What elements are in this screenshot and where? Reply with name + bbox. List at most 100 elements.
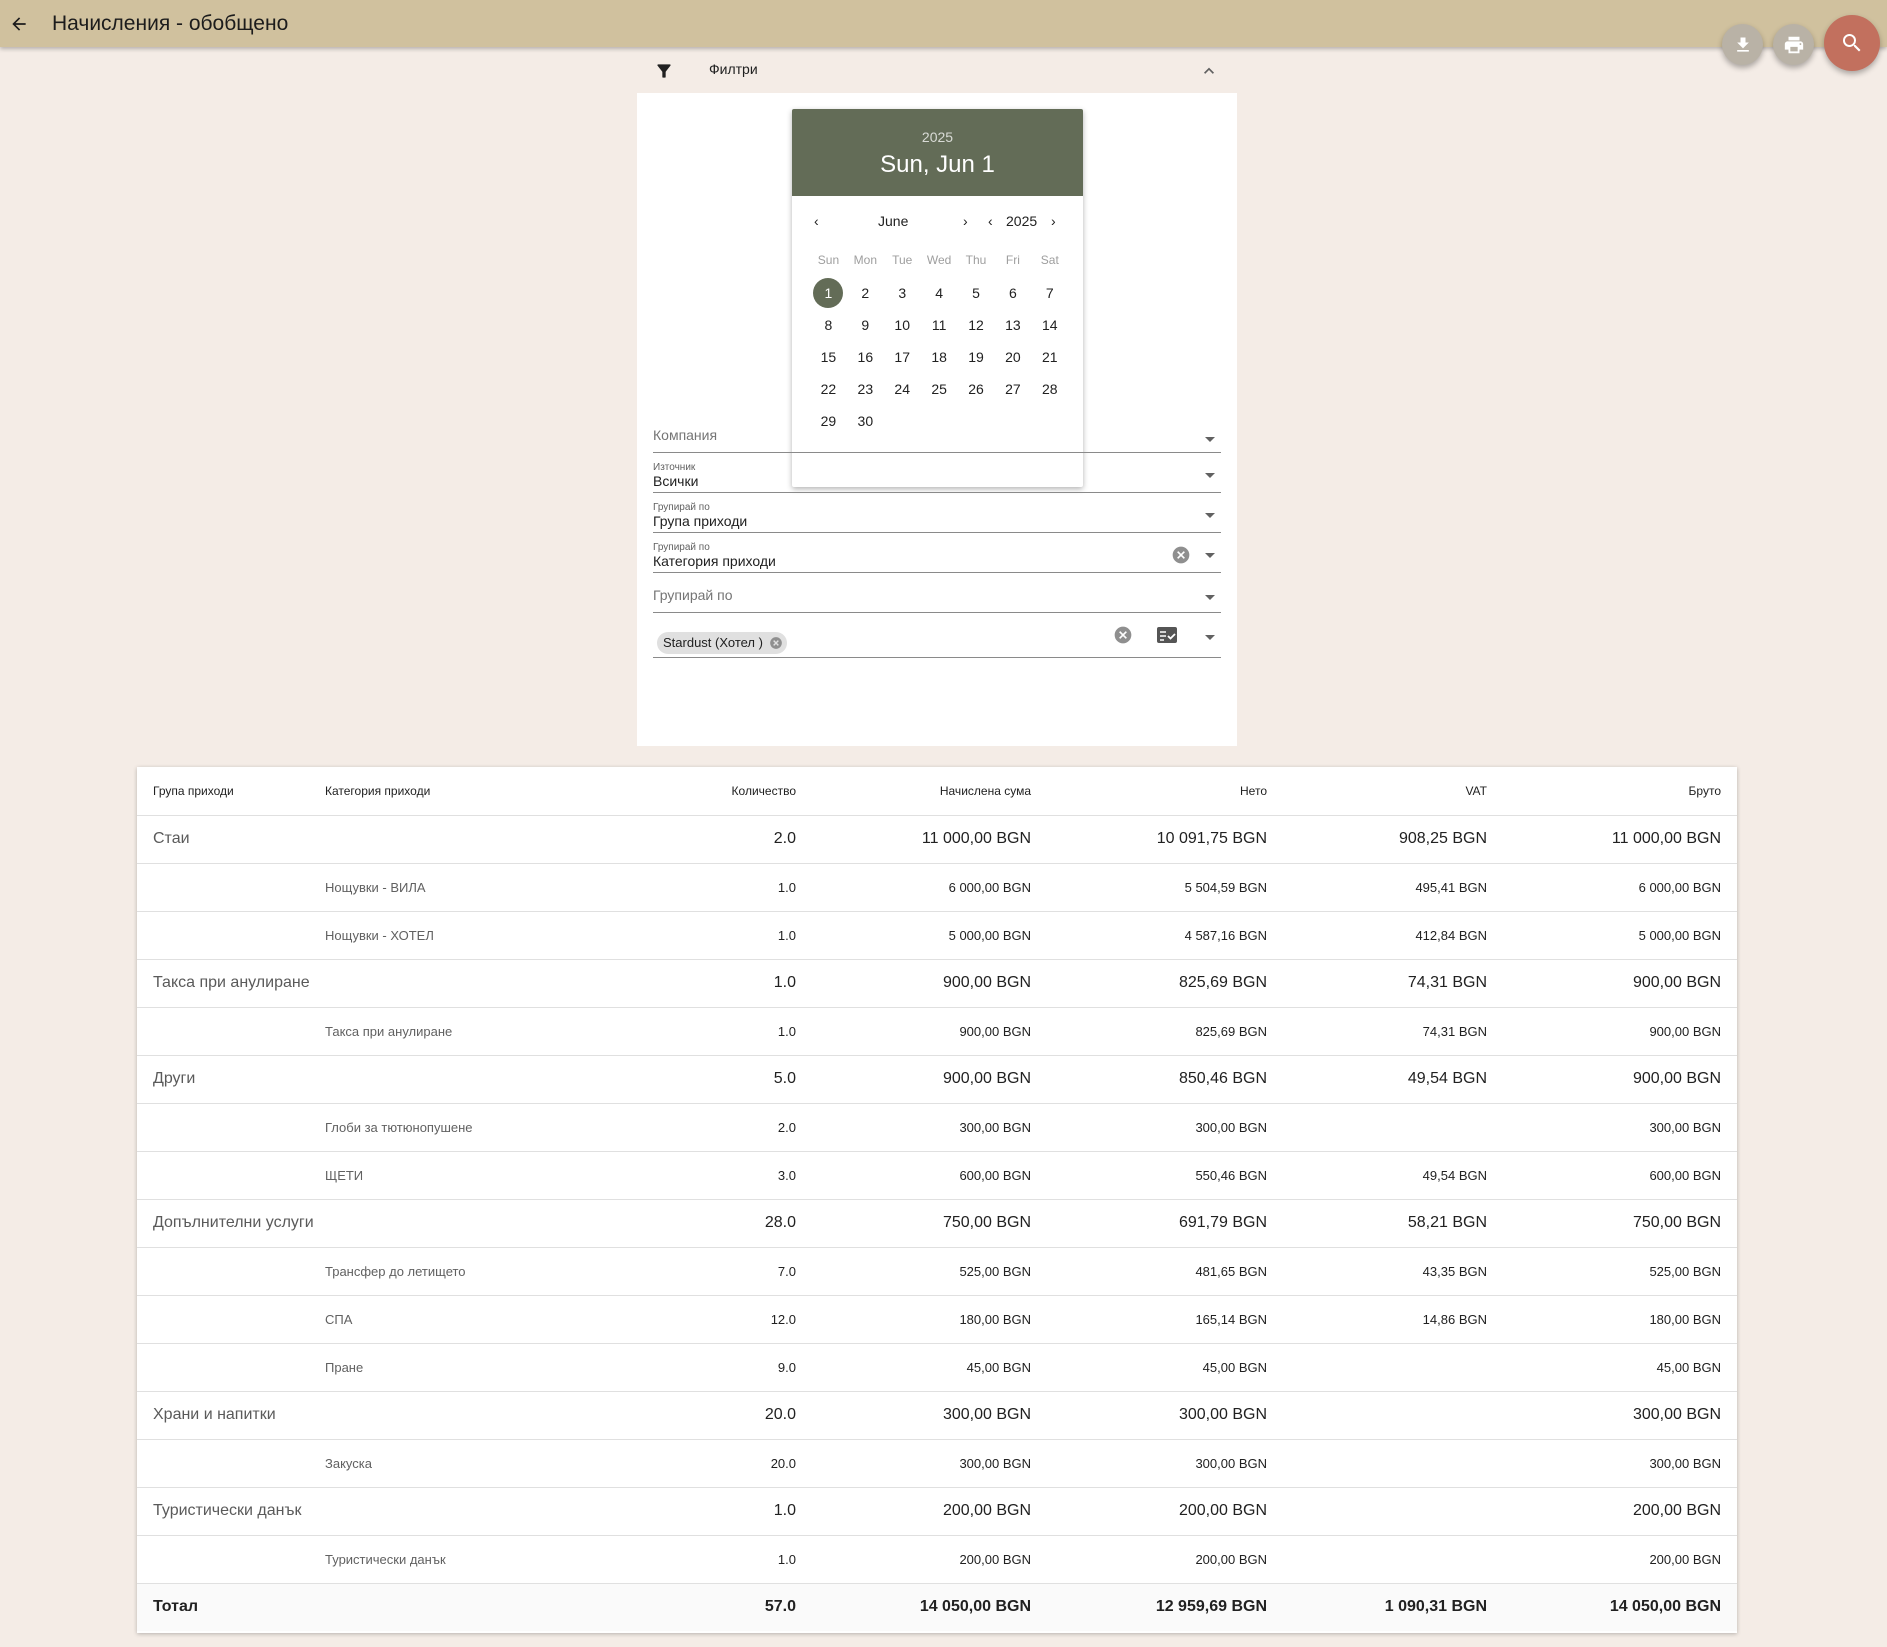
month-label[interactable]: June [878, 213, 908, 229]
calendar-day-label: 22 [820, 381, 837, 397]
dropdown-arrow-icon[interactable] [1205, 473, 1215, 478]
picker-selected-date[interactable]: Sun, Jun 1 [792, 151, 1083, 179]
calendar-day-label: 8 [824, 317, 833, 333]
cell-category: Пране [325, 1343, 569, 1392]
next-year-icon[interactable]: › [1051, 213, 1056, 229]
cell-vat [1267, 1439, 1487, 1488]
chevron-up-icon[interactable] [1199, 61, 1219, 81]
cell-qty: 5.0 [569, 1055, 796, 1104]
cell-charged: 200,00 BGN [796, 1487, 1031, 1536]
calendar-day[interactable]: 17 [884, 341, 921, 373]
picker-year[interactable]: 2025 [792, 109, 1083, 145]
column-header[interactable]: Категория приходи [325, 767, 569, 816]
dropdown-arrow-icon[interactable] [1205, 553, 1215, 558]
calendar-day-label: 2 [861, 285, 870, 301]
filters-body: 2025 Sun, Jun 1 ‹ June › ‹ 2025 › Sun Mon… [637, 93, 1237, 746]
cell-net: 300,00 BGN [1031, 1103, 1267, 1152]
calendar-day[interactable]: 4 [921, 277, 958, 309]
calendar-day[interactable]: 11 [921, 309, 958, 341]
group-by-select-3[interactable]: Групирай по [653, 573, 1221, 613]
calendar-day-label: 4 [935, 285, 943, 301]
calendar-day[interactable]: 21 [1031, 341, 1068, 373]
calendar-day[interactable]: 14 [1031, 309, 1068, 341]
year-label[interactable]: 2025 [1006, 213, 1037, 229]
prev-month-icon[interactable]: ‹ [814, 213, 819, 229]
calendar-day[interactable]: 28 [1031, 373, 1068, 405]
column-header[interactable]: Група приходи [137, 767, 325, 816]
calendar-day[interactable]: 5 [958, 277, 995, 309]
dropdown-arrow-icon[interactable] [1205, 437, 1215, 442]
calendar-day[interactable]: 9 [847, 309, 884, 341]
column-header[interactable]: Количество [569, 767, 796, 816]
calendar-day[interactable]: 27 [994, 373, 1031, 405]
group-by-select-2[interactable]: Групирай по Категория приходи [653, 533, 1221, 573]
total-row: Тотал 57.0 14 050,00 BGN 12 959,69 BGN 1… [137, 1583, 1737, 1631]
chip-remove-icon[interactable] [769, 636, 783, 650]
download-button[interactable] [1722, 24, 1763, 65]
calendar-day[interactable]: 19 [958, 341, 995, 373]
clear-icon[interactable] [1171, 545, 1191, 565]
calendar-day-label: 1 [813, 278, 844, 308]
dropdown-arrow-icon[interactable] [1205, 635, 1215, 640]
calendar-day[interactable]: 18 [921, 341, 958, 373]
app-bar: Начисления - обобщено [0, 0, 1887, 47]
calendar-day[interactable]: 10 [884, 309, 921, 341]
weekday-label: Tue [892, 253, 913, 267]
calendar-day[interactable]: 26 [958, 373, 995, 405]
weekday-label: Wed [926, 253, 952, 267]
group-by-select-1[interactable]: Групирай по Група приходи [653, 493, 1221, 533]
filters-header[interactable]: Филтри [637, 49, 1237, 93]
calendar-day-label: 3 [898, 285, 907, 301]
calendar-day[interactable]: 22 [810, 373, 847, 405]
cell-group [137, 1535, 325, 1584]
property-select[interactable]: Stardust (Хотел ) [653, 613, 1221, 658]
filters-label: Филтри [709, 61, 758, 77]
cell-charged: 180,00 BGN [796, 1295, 1031, 1344]
calendar-day-label: 28 [1041, 381, 1058, 397]
calendar-day-label: 20 [1005, 349, 1021, 365]
company-select[interactable]: Компания [653, 417, 1221, 453]
calendar-day-label: 11 [931, 317, 947, 333]
total-net: 12 959,69 BGN [1031, 1583, 1267, 1631]
cell-charged: 200,00 BGN [796, 1535, 1031, 1584]
calendar-day-label: 27 [1005, 381, 1021, 397]
calendar-day[interactable]: 24 [884, 373, 921, 405]
column-header[interactable]: Начислена сума [796, 767, 1031, 816]
clear-icon[interactable] [1113, 625, 1133, 645]
calendar-day[interactable]: 8 [810, 309, 847, 341]
calendar-day-label: 26 [968, 381, 984, 397]
next-month-icon[interactable]: › [963, 213, 968, 229]
cell-net: 481,65 BGN [1031, 1247, 1267, 1296]
search-button[interactable] [1824, 15, 1880, 71]
dropdown-arrow-icon[interactable] [1205, 513, 1215, 518]
calendar-day[interactable]: 23 [847, 373, 884, 405]
group-row: Допълнителни услуги 28.0 750,00 BGN 691,79 … [137, 1199, 1737, 1248]
cell-gross: 300,00 BGN [1487, 1103, 1737, 1152]
calendar-day[interactable]: 2 [847, 277, 884, 309]
cell-group: Такса при анулиране [137, 959, 325, 1008]
calendar-day[interactable]: 13 [994, 309, 1031, 341]
source-select[interactable]: Източник Всички [653, 453, 1221, 493]
cell-vat: 908,25 BGN [1267, 815, 1487, 864]
cell-vat: 49,54 BGN [1267, 1055, 1487, 1104]
calendar-day[interactable]: 6 [994, 277, 1031, 309]
print-button[interactable] [1773, 24, 1814, 65]
dropdown-arrow-icon[interactable] [1205, 595, 1215, 600]
calendar-day[interactable]: 1 [810, 277, 847, 309]
back-button[interactable] [2, 7, 36, 41]
calendar-day[interactable]: 12 [958, 309, 995, 341]
column-header[interactable]: VAT [1267, 767, 1487, 816]
calendar-day[interactable]: 7 [1031, 277, 1068, 309]
cell-gross: 11 000,00 BGN [1487, 815, 1737, 864]
select-all-icon[interactable] [1155, 623, 1179, 647]
prev-year-icon[interactable]: ‹ [988, 213, 993, 229]
column-header[interactable]: Нето [1031, 767, 1267, 816]
calendar-day[interactable]: 15 [810, 341, 847, 373]
calendar-day[interactable]: 20 [994, 341, 1031, 373]
column-header[interactable]: Бруто [1487, 767, 1737, 816]
calendar-day[interactable]: 3 [884, 277, 921, 309]
calendar-day[interactable]: 16 [847, 341, 884, 373]
calendar-day[interactable]: 25 [921, 373, 958, 405]
property-chip[interactable]: Stardust (Хотел ) [657, 632, 787, 654]
cell-vat [1267, 1487, 1487, 1536]
